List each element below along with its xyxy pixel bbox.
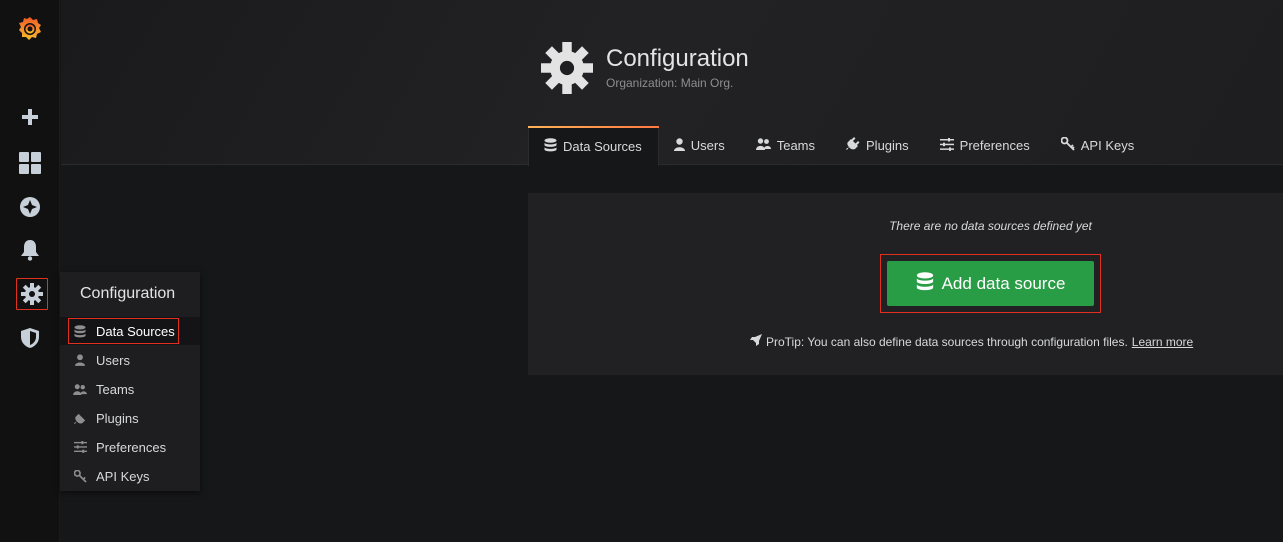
tab-label: Preferences — [959, 138, 1030, 153]
tab-label: Plugins — [866, 138, 909, 153]
protip: ProTip: You can also define data sources… — [750, 334, 1193, 349]
tab-label: Teams — [776, 138, 816, 153]
shield-icon[interactable] — [0, 318, 60, 358]
page-subtitle: Organization: Main Org. — [606, 76, 734, 90]
add-data-source-label: Add data source — [941, 273, 1066, 293]
explore-icon[interactable] — [0, 187, 60, 227]
configuration-dropdown: Configuration Data Sources Users Teams P… — [60, 272, 200, 491]
learn-more-link[interactable]: Learn more — [1132, 335, 1193, 349]
tab-teams[interactable]: Teams — [741, 126, 831, 165]
dropdown-item-teams[interactable]: Teams — [60, 375, 200, 403]
dropdown-title[interactable]: Configuration — [60, 272, 200, 316]
side-menu — [0, 0, 60, 542]
dropdown-item-data-sources[interactable]: Data Sources — [60, 317, 200, 345]
config-tabs: Data Sources Users Teams Plugins Prefere… — [528, 126, 1150, 166]
plus-icon[interactable] — [0, 97, 60, 137]
empty-list-cta: There are no data sources defined yet Ad… — [528, 193, 1283, 375]
tab-label: Data Sources — [563, 139, 642, 154]
tab-api-keys[interactable]: API Keys — [1046, 126, 1150, 165]
dropdown-item-preferences[interactable]: Preferences — [60, 433, 200, 461]
gear-icon — [541, 42, 593, 99]
dropdown-item-api-keys[interactable]: API Keys — [60, 462, 200, 490]
tab-preferences[interactable]: Preferences — [925, 126, 1046, 165]
dropdown-item-label: Users — [96, 352, 130, 368]
users-icon — [755, 138, 771, 153]
highlight-frame — [68, 318, 179, 344]
tab-plugins[interactable]: Plugins — [831, 126, 925, 165]
sliders-icon — [72, 441, 88, 453]
dashboards-icon[interactable] — [0, 143, 60, 183]
tab-users[interactable]: Users — [659, 126, 741, 165]
plug-icon — [72, 412, 88, 425]
tab-label: Users — [690, 138, 725, 153]
grafana-logo-icon[interactable] — [0, 8, 60, 48]
database-icon — [544, 138, 557, 155]
key-icon — [1060, 136, 1075, 154]
page-title: Configuration — [606, 45, 749, 72]
user-icon — [72, 354, 88, 366]
dropdown-item-label: API Keys — [96, 468, 150, 484]
protip-text: ProTip: You can also define data sources… — [766, 334, 1128, 349]
sliders-icon — [939, 137, 954, 154]
gear-icon[interactable] — [16, 278, 48, 310]
dropdown-item-plugins[interactable]: Plugins — [60, 404, 200, 432]
dropdown-item-label: Plugins — [96, 410, 139, 426]
users-icon — [72, 383, 88, 395]
user-icon — [673, 137, 685, 154]
database-icon — [916, 271, 934, 296]
highlight-frame: Add data source — [880, 254, 1101, 313]
rocket-icon — [750, 334, 762, 349]
page-header: Configuration Organization: Main Org. Da… — [61, 0, 1283, 166]
dropdown-item-label: Teams — [96, 381, 135, 397]
key-icon — [72, 469, 88, 483]
plug-icon — [846, 137, 860, 154]
bell-icon[interactable] — [0, 230, 60, 270]
tab-label: API Keys — [1080, 138, 1135, 153]
add-data-source-button[interactable]: Add data source — [887, 261, 1094, 306]
dropdown-item-users[interactable]: Users — [60, 346, 200, 374]
dropdown-item-label: Preferences — [96, 439, 167, 455]
tab-data-sources[interactable]: Data Sources — [528, 126, 659, 166]
empty-message: There are no data sources defined yet — [889, 219, 1092, 233]
